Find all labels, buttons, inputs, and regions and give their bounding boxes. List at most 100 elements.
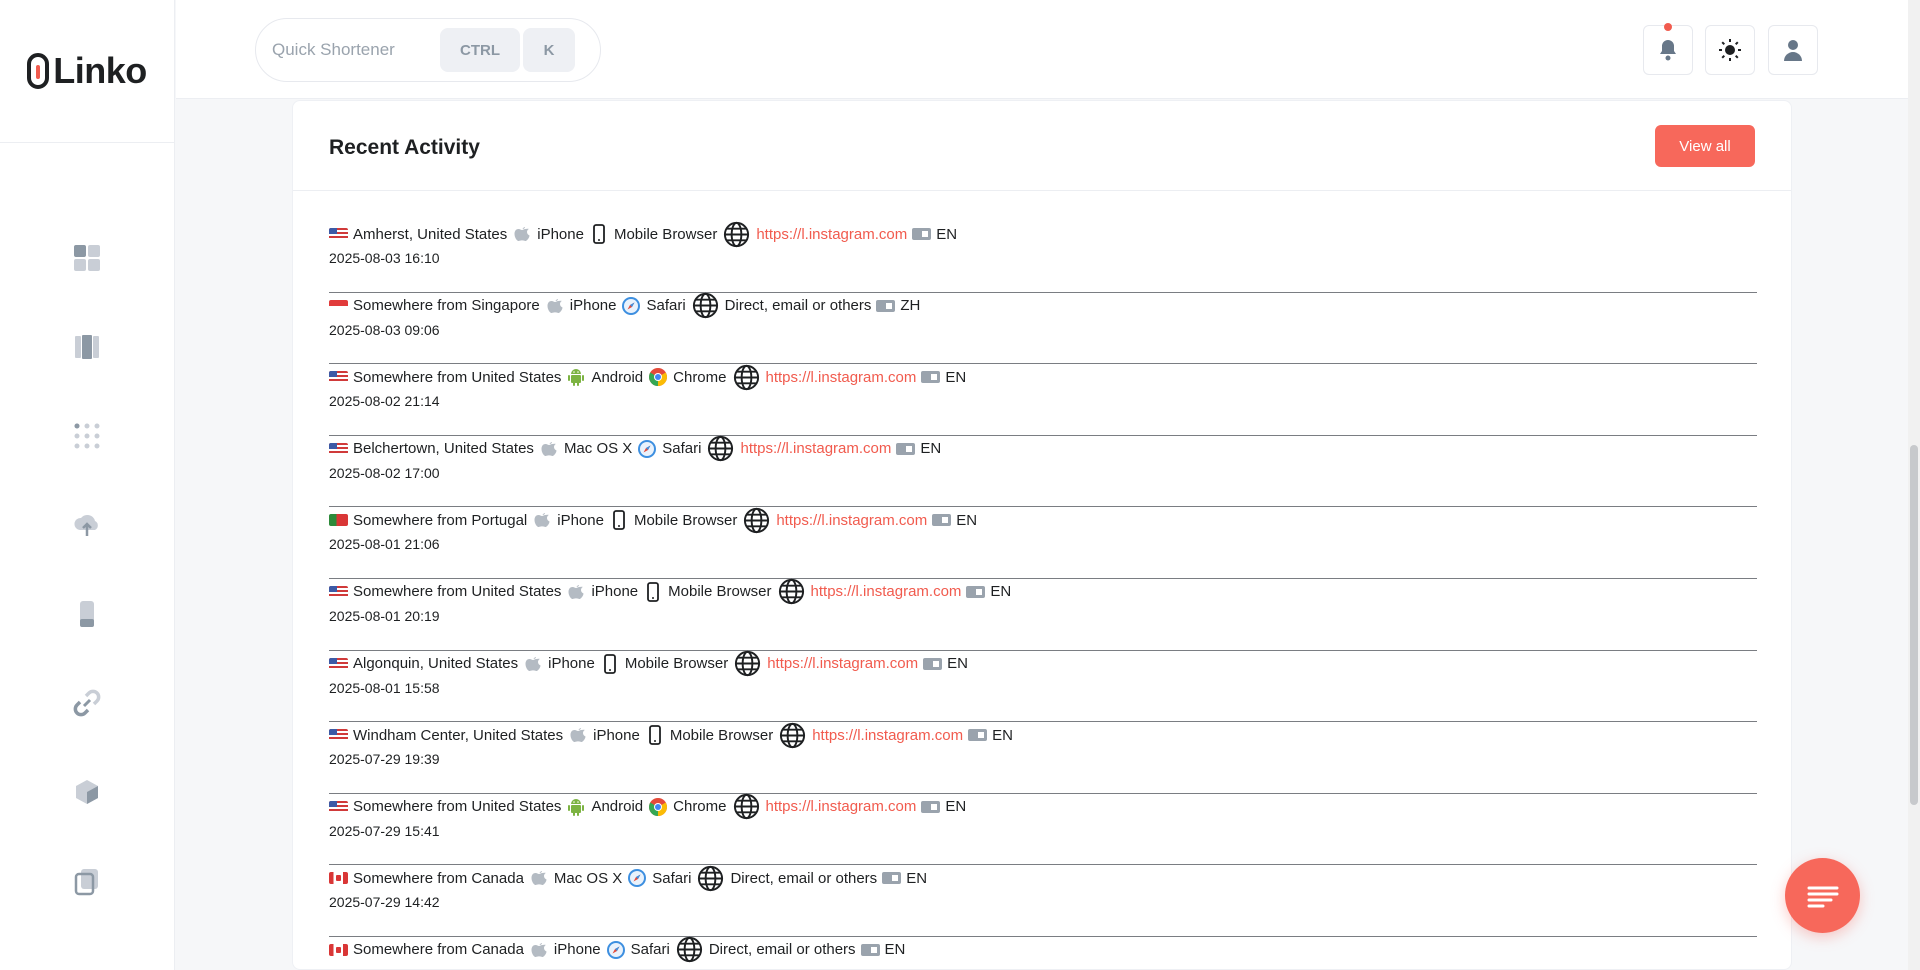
referrer-link[interactable]: https://l.instagram.com <box>756 226 907 243</box>
referrer-text: Direct, email or others <box>730 869 878 887</box>
shortcut-key-ctrl: CTRL <box>440 28 520 72</box>
activity-location: Amherst, United States <box>353 225 508 243</box>
apple-icon <box>529 868 549 888</box>
activity-os: iPhone <box>557 511 604 529</box>
card-title: Recent Activity <box>329 136 480 159</box>
sidebar-item-more[interactable] <box>0 925 174 970</box>
flag-us-icon <box>329 371 348 384</box>
scrollbar-thumb[interactable] <box>1910 445 1918 805</box>
activity-os: Android <box>591 368 644 386</box>
bell-icon <box>1660 40 1676 61</box>
sidebar-item-dashboard[interactable] <box>0 213 174 302</box>
pages-icon <box>75 334 99 359</box>
activity-language: EN <box>956 511 978 529</box>
quick-shortener[interactable]: CTRL K <box>255 18 601 82</box>
activity-language: EN <box>920 440 942 458</box>
activity-os: iPhone <box>548 655 595 673</box>
user-menu-button[interactable] <box>1768 25 1818 75</box>
activity-row: Belchertown, United States Mac OS X Safari… <box>329 436 1757 508</box>
activity-os: Mac OS X <box>553 869 623 887</box>
copy-icon <box>74 868 98 895</box>
language-icon <box>882 872 902 885</box>
activity-language: EN <box>936 225 958 243</box>
flag-pt-icon <box>329 514 348 527</box>
sidebar-item-pages[interactable] <box>0 302 174 391</box>
activity-timestamp: 2025-08-02 21:14 <box>329 393 440 410</box>
apple-icon <box>523 654 543 674</box>
activity-browser: Safari <box>630 941 670 959</box>
activity-language: EN <box>945 798 967 816</box>
activity-list: Amherst, United States iPhone Mobile Brows… <box>329 221 1757 970</box>
scrollbar[interactable] <box>1908 0 1920 970</box>
referrer-link[interactable]: https://l.instagram.com <box>766 369 917 386</box>
activity-timestamp: 2025-07-29 15:41 <box>329 822 440 839</box>
activity-timestamp: 2025-08-01 20:19 <box>329 607 440 624</box>
side-nav <box>0 143 174 970</box>
sidebar: Linko <box>0 0 175 970</box>
notifications-button[interactable] <box>1643 23 1693 75</box>
top-header: CTRL K <box>176 0 1920 99</box>
android-icon <box>566 367 586 387</box>
referrer-link[interactable]: https://l.instagram.com <box>740 440 891 457</box>
floating-menu-button[interactable] <box>1785 858 1860 933</box>
activity-details: Somewhere from United States Android Chrom… <box>329 794 1757 820</box>
activity-row: Somewhere from United States Android Chrom… <box>329 794 1757 866</box>
language-icon <box>932 514 952 527</box>
flag-us-icon <box>329 657 348 670</box>
activity-location: Algonquin, United States <box>353 655 519 673</box>
safari-icon <box>637 439 657 459</box>
sidebar-item-products[interactable] <box>0 747 174 836</box>
card-header: Recent Activity View all <box>293 101 1791 191</box>
activity-browser: Safari <box>662 440 702 458</box>
view-all-button[interactable]: View all <box>1655 125 1755 167</box>
referrer-link[interactable]: https://l.instagram.com <box>812 727 963 744</box>
activity-row: Windham Center, United States iPhone Mobil… <box>329 722 1757 794</box>
safari-icon <box>621 296 641 316</box>
user-icon <box>1784 40 1802 61</box>
flag-ca-icon <box>329 943 348 956</box>
activity-details: Algonquin, United States iPhone Mobile Bro… <box>329 650 1757 677</box>
sidebar-item-cloud[interactable] <box>0 480 174 569</box>
globe-icon <box>696 864 725 893</box>
logo-text: Linko <box>53 50 147 91</box>
flag-us-icon <box>329 442 348 455</box>
safari-icon <box>627 868 647 888</box>
logo[interactable]: Linko <box>0 0 174 143</box>
theme-toggle-button[interactable] <box>1705 25 1755 75</box>
referrer-link[interactable]: https://l.instagram.com <box>811 583 962 600</box>
activity-os: iPhone <box>591 583 639 601</box>
sidebar-item-copies[interactable] <box>0 836 174 925</box>
language-icon <box>968 729 988 742</box>
activity-language: EN <box>906 869 928 887</box>
chrome-icon <box>648 797 668 817</box>
activity-details: Somewhere from United States iPhone Mobile… <box>329 579 1757 605</box>
activity-row: Somewhere from Portugal iPhone Mobile Brow… <box>329 507 1757 579</box>
activity-location: Somewhere from Singapore <box>353 297 540 315</box>
activity-location: Somewhere from Canada <box>353 941 524 959</box>
sidebar-item-links[interactable] <box>0 658 174 747</box>
language-icon <box>876 299 896 312</box>
activity-browser: Mobile Browser <box>633 511 738 529</box>
referrer-link[interactable]: https://l.instagram.com <box>776 512 927 529</box>
dashboard-icon <box>74 244 100 271</box>
sidebar-item-apps[interactable] <box>0 391 174 480</box>
flag-us-icon <box>329 585 348 598</box>
apple-icon <box>566 582 586 602</box>
chevron-up-icon <box>72 955 102 970</box>
activity-browser: Mobile Browser <box>624 655 729 673</box>
language-icon <box>921 371 941 384</box>
link-icon <box>73 689 101 716</box>
activity-language: EN <box>945 368 967 386</box>
activity-os: Android <box>591 798 644 816</box>
activity-timestamp: 2025-07-29 19:39 <box>329 751 440 768</box>
activity-details: Somewhere from Canada iPhone Safari Direct,… <box>329 937 1757 963</box>
referrer-link[interactable]: https://l.instagram.com <box>766 798 917 815</box>
activity-timestamp: 2025-07-29 14:42 <box>329 894 440 911</box>
sidebar-item-mobile[interactable] <box>0 569 174 658</box>
globe-icon <box>691 291 720 320</box>
activity-timestamp: 2025-08-01 21:06 <box>329 536 440 553</box>
referrer-link[interactable]: https://l.instagram.com <box>767 655 918 672</box>
apple-icon <box>532 510 552 530</box>
quick-shortener-input[interactable] <box>272 40 432 60</box>
activity-location: Belchertown, United States <box>353 440 534 458</box>
